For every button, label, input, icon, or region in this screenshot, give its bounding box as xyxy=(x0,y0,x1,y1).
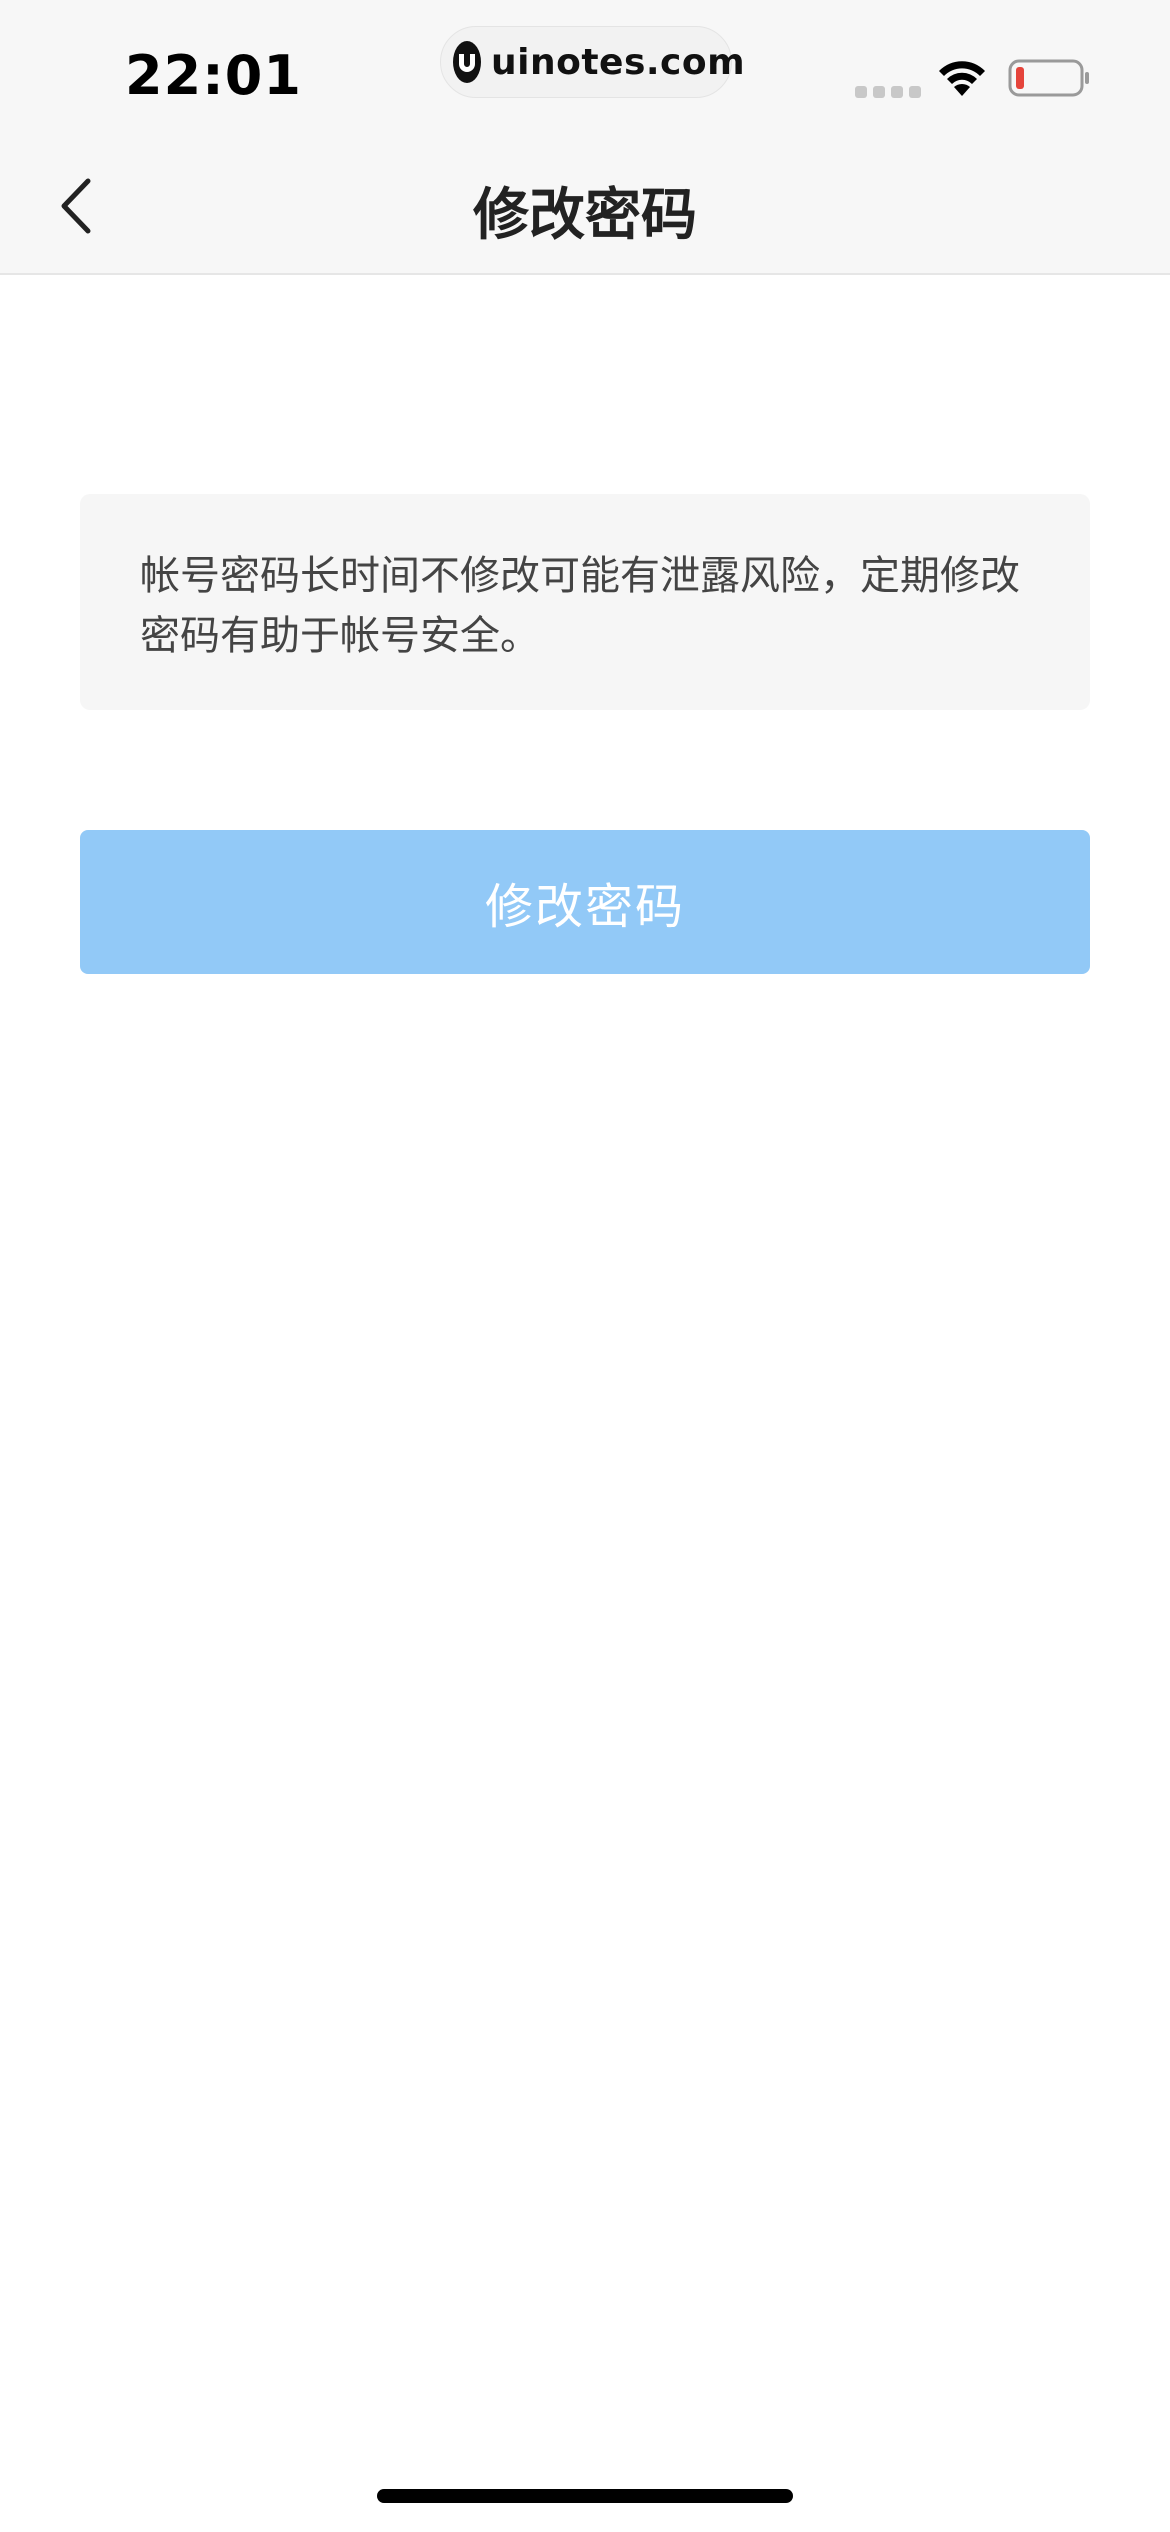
watermark-logo-icon xyxy=(453,41,481,83)
battery-icon xyxy=(1008,59,1089,97)
home-indicator xyxy=(377,2489,793,2503)
page-title: 修改密码 xyxy=(473,183,697,248)
watermark-text: uinotes.com xyxy=(491,41,746,83)
status-time: 22:01 xyxy=(125,44,302,107)
change-password-button[interactable]: 修改密码 xyxy=(80,830,1090,974)
security-notice: 帐号密码长时间不修改可能有泄露风险，定期修改密码有助于帐号安全。 xyxy=(80,494,1090,710)
top-header: 22:01 uinotes.com 修改密码 xyxy=(0,0,1170,275)
wifi-icon xyxy=(939,61,985,96)
watermark-badge: uinotes.com xyxy=(440,26,745,98)
cellular-signal-icon xyxy=(855,86,921,98)
notice-text: 帐号密码长时间不修改可能有泄露风险，定期修改密码有助于帐号安全。 xyxy=(140,553,1020,659)
